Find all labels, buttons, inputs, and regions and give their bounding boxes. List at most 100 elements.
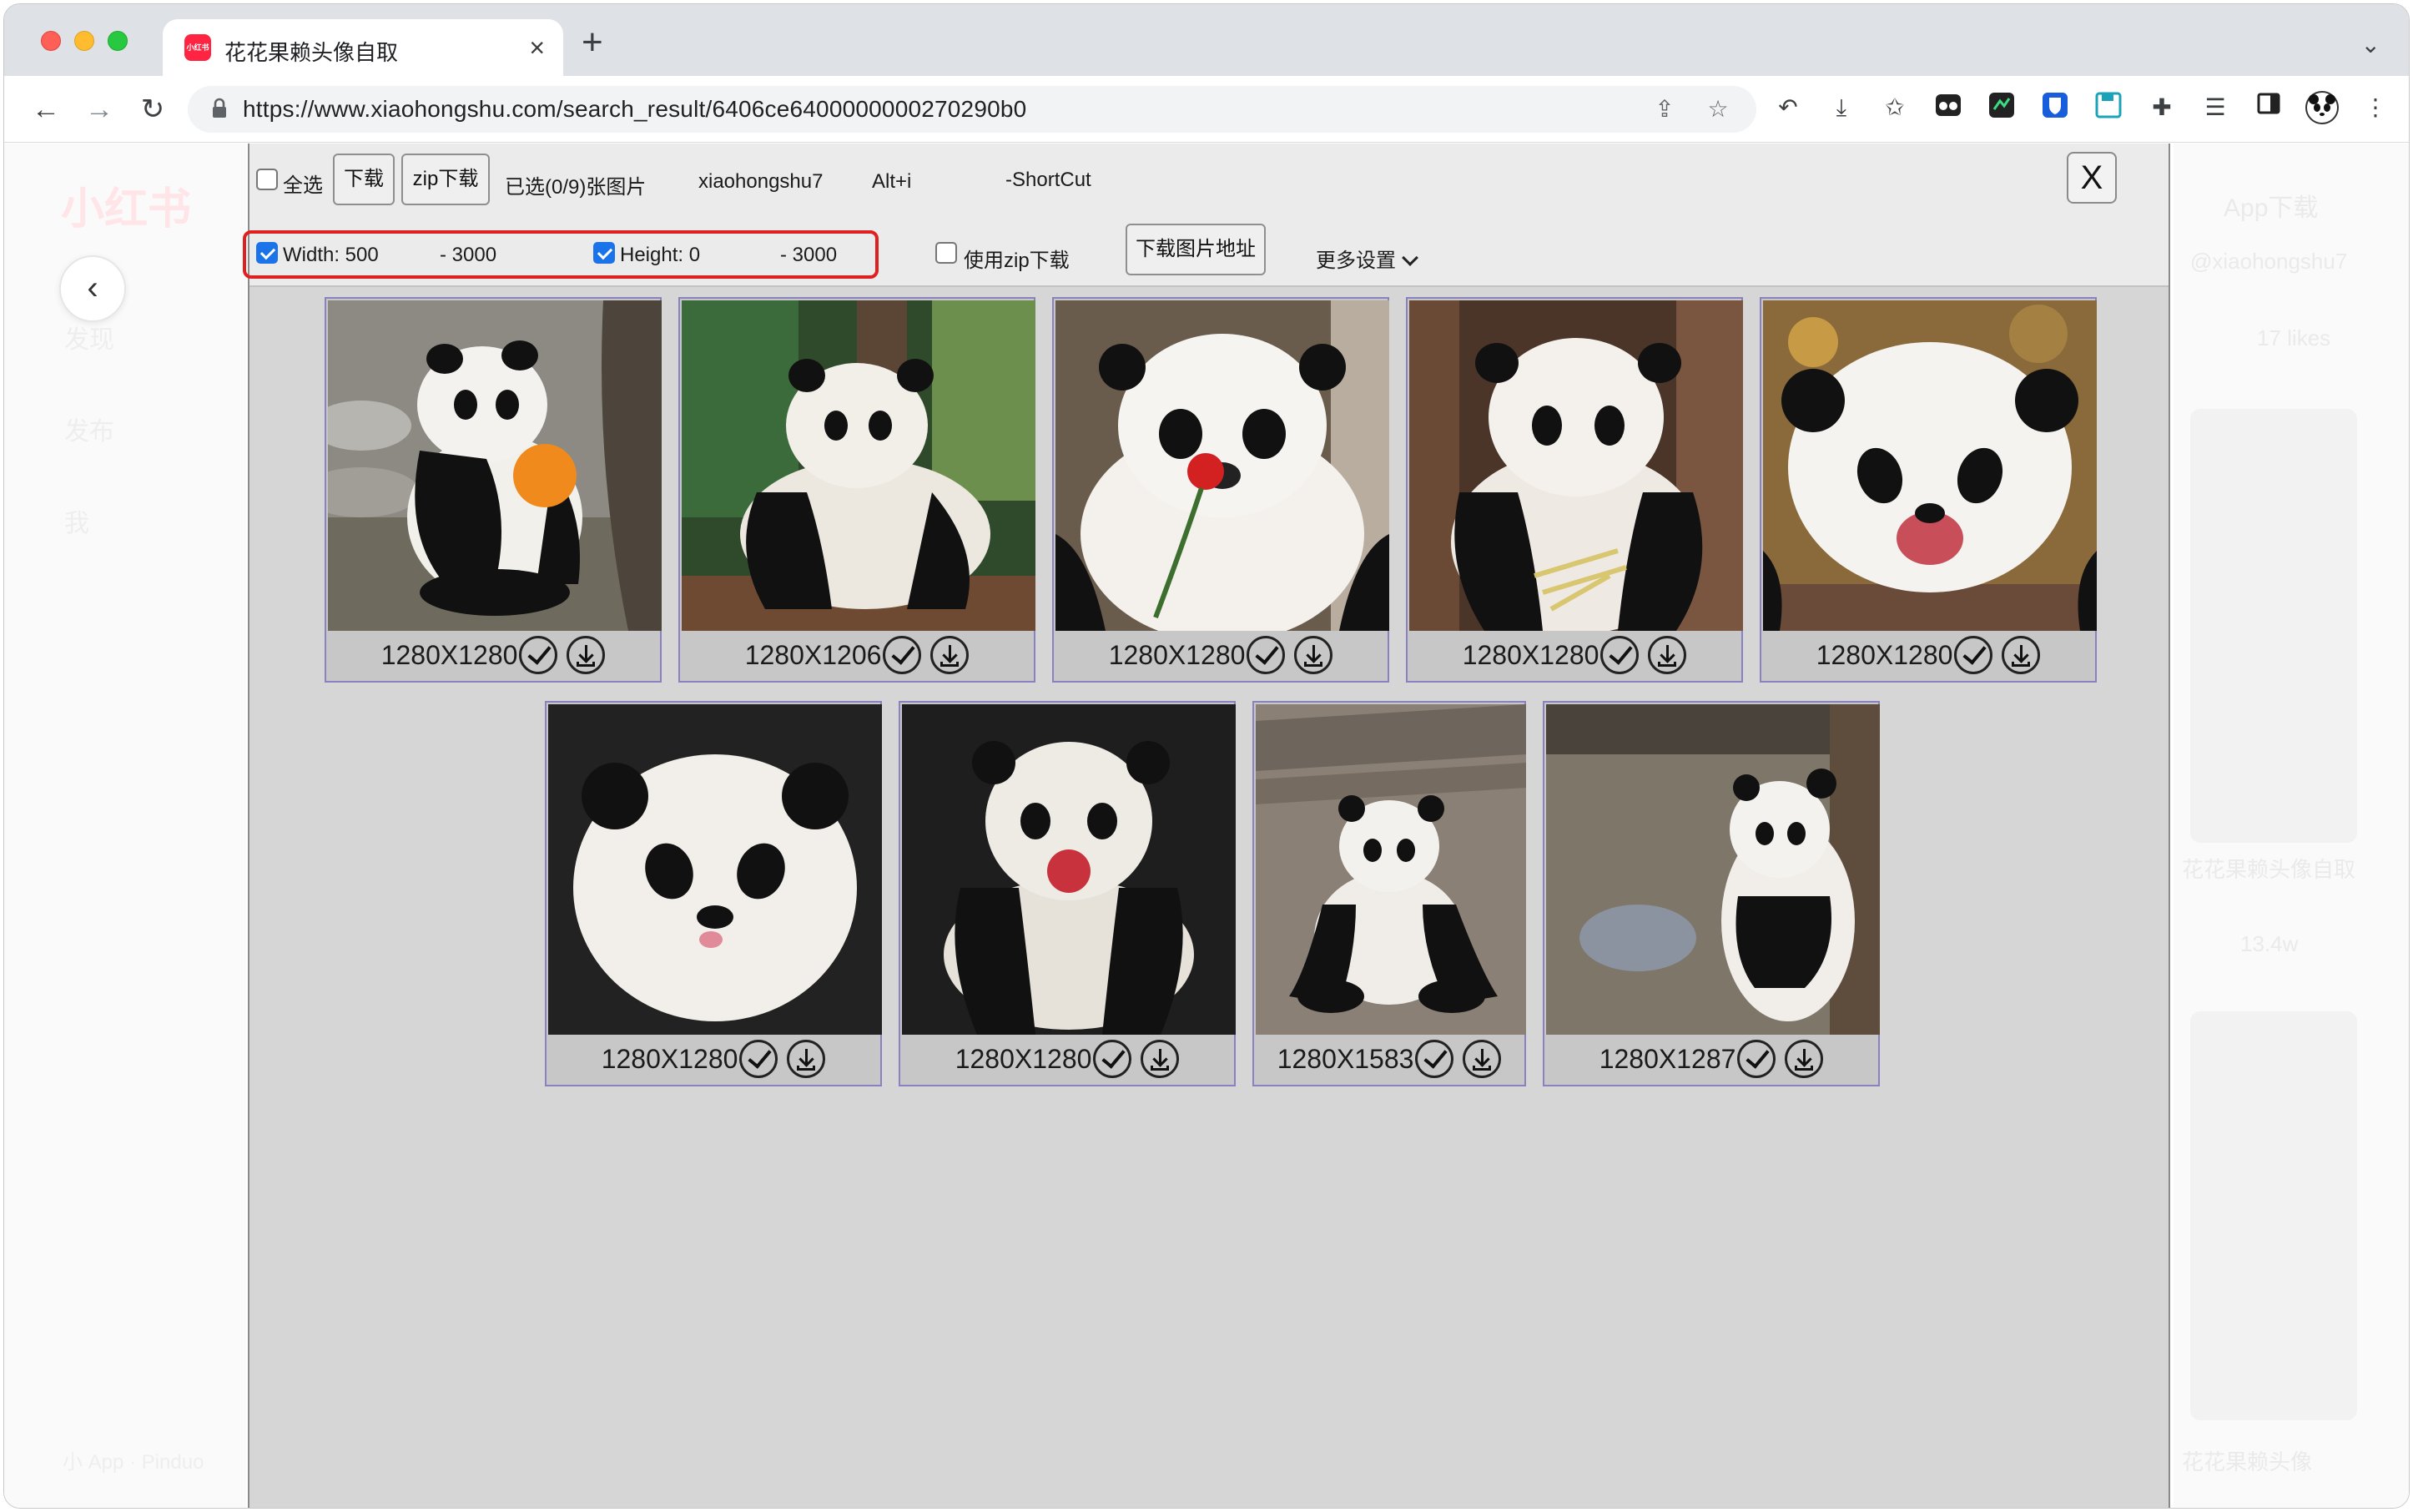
bookmark-star-icon[interactable]: ☆ [1703, 94, 1733, 124]
height-max-label[interactable]: - 3000 [780, 244, 837, 267]
download-icon[interactable]: ⤓ [1825, 91, 1858, 124]
extension-undo-icon[interactable]: ↶ [1771, 91, 1805, 124]
download-arrow-icon[interactable] [1463, 1039, 1502, 1078]
select-check-icon[interactable] [1737, 1039, 1776, 1078]
share-icon[interactable]: ⇪ [1650, 94, 1680, 124]
more-menu-icon[interactable]: ⋮ [2359, 91, 2392, 124]
page-content: 小红书 发现 发布 我 小 App · Pinduo ‹ App下载 @xiao… [4, 144, 2409, 1508]
select-check-icon[interactable] [739, 1039, 778, 1078]
select-check-icon[interactable] [883, 635, 922, 674]
width-min-label[interactable]: Width: 500 [283, 244, 379, 267]
image-card[interactable]: 1280X1583 [1252, 701, 1526, 1086]
image-card[interactable]: 1280X1206 [678, 297, 1035, 683]
window-close-button[interactable] [41, 31, 61, 51]
tab-title: 花花果赖头像自取 [224, 40, 399, 65]
background-card-image [2190, 409, 2357, 843]
shortcut-label: -ShortCut [1005, 169, 1091, 191]
background-footer: 小 App · Pinduo [63, 1451, 204, 1474]
panda-photo-image [1256, 704, 1526, 1035]
background-card-title-2: 花花果赖头像 [2182, 1449, 2313, 1474]
select-check-icon[interactable] [1954, 635, 1993, 674]
download-arrow-icon[interactable] [2002, 635, 2041, 674]
select-check-icon[interactable] [519, 635, 558, 674]
background-nav-discover: 发现 [64, 326, 114, 354]
image-card[interactable]: 1280X1280 [1760, 297, 2097, 683]
playlist-icon[interactable]: ☰ [2199, 91, 2232, 124]
select-all-label: 全选 [283, 174, 323, 197]
download-arrow-icon[interactable] [1785, 1039, 1824, 1078]
more-settings-toggle[interactable]: 更多设置 [1316, 244, 1418, 273]
download-button[interactable]: 下载 [333, 154, 395, 205]
back-arrow-icon[interactable]: ← [28, 91, 64, 128]
download-arrow-icon[interactable] [930, 635, 970, 674]
zip-download-button[interactable]: zip下载 [401, 154, 490, 205]
image-card[interactable]: 1280X1280 [1406, 297, 1743, 683]
image-card[interactable]: 1280X1287 [1543, 701, 1880, 1086]
width-max-label[interactable]: - 3000 [440, 244, 496, 267]
image-size-text: 1280X1287 [1599, 1044, 1736, 1074]
panda-photo-image [902, 704, 1236, 1035]
tab-close-icon[interactable]: × [529, 31, 545, 64]
bitwarden-shield-icon[interactable] [2038, 91, 2072, 124]
background-card-count: 13.4w [2240, 931, 2299, 956]
panda-photo-image [682, 300, 1035, 631]
download-arrow-icon[interactable] [1648, 635, 1687, 674]
select-check-icon[interactable] [1415, 1039, 1454, 1078]
image-downloader-panel: 全选 下载 zip下载 已选(0/9)张图片 xiaohongshu7 Alt+… [243, 144, 2170, 1508]
image-card[interactable]: 1280X1280 [325, 297, 662, 683]
selected-count-text: 已选(0/9)张图片 [505, 176, 647, 199]
reading-list-star-icon[interactable]: ✩ [1878, 91, 1912, 124]
extension-green-icon[interactable] [1985, 91, 2018, 124]
image-card[interactable]: 1280X1280 [1052, 297, 1389, 683]
image-card[interactable]: 1280X1280 [899, 701, 1236, 1086]
extensions-puzzle-icon[interactable]: ✚ [2145, 91, 2179, 124]
panel-header: 全选 下载 zip下载 已选(0/9)张图片 xiaohongshu7 Alt+… [243, 144, 2169, 287]
background-logo: 小红书 [61, 185, 192, 234]
extension-glasses-icon[interactable] [1932, 91, 1965, 124]
height-filter-checkbox[interactable] [593, 242, 615, 264]
select-all-checkbox[interactable] [256, 169, 278, 190]
save-disk-icon[interactable] [2092, 91, 2125, 124]
window-zoom-button[interactable] [108, 31, 128, 51]
panel-close-button[interactable]: X [2067, 152, 2117, 204]
download-urls-button[interactable]: 下载图片地址 [1126, 224, 1266, 275]
image-card[interactable]: 1280X1280 [545, 701, 882, 1086]
address-bar[interactable]: https://www.xiaohongshu.com/search_resul… [188, 86, 1756, 133]
reload-icon[interactable]: ↻ [134, 91, 171, 128]
download-arrow-icon[interactable] [1294, 635, 1333, 674]
background-sidebar: 小红书 发现 发布 我 小 App · Pinduo [4, 144, 246, 1508]
image-caption: 1280X1280 [1408, 629, 1741, 681]
new-tab-icon[interactable]: + [582, 24, 603, 61]
browser-toolbar: ← → ↻ https://www.xiaohongshu.com/search… [4, 76, 2409, 143]
image-caption: 1280X1206 [680, 629, 1034, 681]
image-caption: 1280X1583 [1254, 1033, 1524, 1085]
panda-photo-image [1546, 704, 1880, 1035]
download-arrow-icon[interactable] [1141, 1039, 1180, 1078]
download-arrow-icon[interactable] [787, 1039, 826, 1078]
height-min-label[interactable]: Height: 0 [620, 244, 700, 267]
image-size-text: 1280X1206 [744, 640, 882, 670]
background-nav-publish: 发布 [64, 418, 114, 446]
profile-avatar-icon[interactable] [2305, 91, 2339, 124]
image-size-text: 1280X1280 [601, 1044, 738, 1074]
background-right-column: App下载 @xiaohongshu7 17 likes 花花果赖头像自取 13… [2174, 144, 2409, 1508]
window-minimize-button[interactable] [74, 31, 94, 51]
browser-tab-active[interactable]: 小红书 花花果赖头像自取 × [163, 19, 563, 76]
side-panel-icon[interactable] [2252, 91, 2285, 124]
tab-search-chevron-icon[interactable]: ⌄ [2361, 31, 2380, 58]
page-back-button[interactable]: ‹ [59, 255, 126, 322]
use-zip-checkbox[interactable] [935, 242, 957, 264]
image-size-text: 1280X1280 [380, 640, 518, 670]
select-check-icon[interactable] [1093, 1039, 1132, 1078]
lock-icon [213, 98, 226, 118]
background-nav-me: 我 [64, 510, 89, 537]
image-caption: 1280X1280 [1054, 629, 1388, 681]
panda-photo-image [1409, 300, 1743, 631]
select-check-icon[interactable] [1247, 635, 1286, 674]
download-arrow-icon[interactable] [567, 635, 606, 674]
forward-arrow-icon[interactable]: → [81, 91, 118, 128]
shortcut-key-text: Alt+i [872, 170, 912, 193]
width-filter-checkbox[interactable] [256, 242, 278, 264]
select-check-icon[interactable] [1600, 635, 1640, 674]
tab-strip: 小红书 花花果赖头像自取 × + ⌄ [4, 4, 2409, 76]
